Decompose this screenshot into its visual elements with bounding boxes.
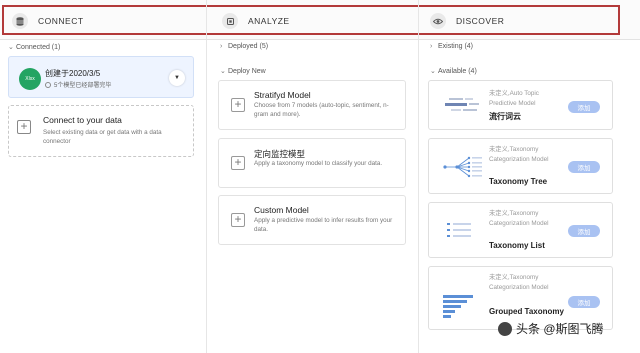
available-model-card[interactable]: 未定义,Taxonomy Categorization Model Taxono… (428, 138, 613, 194)
connected-section-toggle[interactable]: ⌄ Connected (1) (8, 43, 61, 52)
xlsx-file-icon: Xlsx (19, 68, 41, 90)
connected-data-card[interactable]: Xlsx 创建于2020/3/5 5个模型已经部署完毕 ▼ (8, 56, 194, 98)
word-cloud-thumbnail (445, 98, 479, 111)
tab-label: DISCOVER (456, 16, 505, 26)
card-menu-button[interactable]: ▼ (169, 70, 185, 86)
plus-box-icon: + (231, 213, 245, 227)
section-label: Existing (4) (438, 43, 474, 50)
plus-icon: + (17, 120, 31, 134)
taxonomy-tree-thumbnail (443, 156, 482, 178)
tab-label: CONNECT (38, 16, 84, 26)
section-label: Available (4) (438, 67, 477, 75)
model-name: Grouped Taxonomy (489, 307, 564, 316)
section-label: Connected (1) (16, 43, 61, 51)
plus-box-icon: + (231, 98, 245, 112)
section-label: Deploy New (228, 67, 266, 75)
watermark-text: 头条 @斯图飞腾 (516, 322, 604, 336)
highlight-box (2, 5, 620, 35)
existing-section-toggle[interactable]: › Existing (4) (430, 43, 473, 50)
available-model-card[interactable]: 未定义,Auto Topic Predictive Model 流行词云 添加 (428, 80, 613, 130)
add-button[interactable]: 添加 (568, 161, 600, 173)
available-section-toggle[interactable]: ⌄ Available (4) (430, 67, 477, 76)
section-label: Deployed (5) (228, 43, 269, 50)
model-desc: Apply a taxonomy model to classify your … (254, 160, 383, 167)
add-button[interactable]: 添加 (568, 101, 600, 113)
model-name: 流行词云 (489, 112, 521, 121)
tab-label: ANALYZE (248, 16, 290, 26)
chevron-right-icon: › (220, 43, 223, 50)
eye-icon (430, 13, 446, 29)
connect-data-desc: Select existing data or get data with a … (43, 129, 162, 145)
model-desc: Apply a predictive model to infer result… (254, 217, 393, 233)
model-title: Custom Model (254, 205, 309, 215)
check-circle-icon (45, 81, 51, 88)
chevron-down-icon: ⌄ (430, 68, 436, 75)
model-name: Taxonomy Tree (489, 177, 548, 186)
column-divider (418, 0, 419, 353)
chip-icon (222, 13, 238, 29)
model-desc: Choose from 7 models (auto-topic, sentim… (254, 102, 389, 118)
deploy-new-section-toggle[interactable]: ⌄ Deploy New (220, 67, 266, 76)
data-card-title: 创建于2020/3/5 (45, 69, 101, 78)
database-icon (12, 13, 28, 29)
connect-data-button[interactable]: + Connect to your data Select existing d… (8, 105, 194, 157)
model-title: Stratifyd Model (254, 90, 311, 100)
watermark: 头条 @斯图飞腾 (498, 320, 604, 337)
tab-connect[interactable]: CONNECT (12, 12, 84, 30)
column-divider (206, 0, 207, 353)
chevron-down-icon: ⌄ (8, 44, 14, 51)
add-button[interactable]: 添加 (568, 225, 600, 237)
model-title: 定向监控模型 (254, 149, 306, 159)
tab-discover[interactable]: DISCOVER (430, 12, 504, 30)
model-type: 未定义,Auto Topic Predictive Model (489, 90, 539, 107)
chevron-down-icon: ⌄ (220, 68, 226, 75)
plus-box-icon: + (231, 156, 245, 170)
add-button[interactable]: 添加 (568, 296, 600, 308)
model-card-taxonomy[interactable]: + 定向监控模型 Apply a taxonomy model to class… (218, 138, 406, 188)
data-card-status: 5个模型已经部署完毕 (45, 80, 111, 89)
tab-analyze[interactable]: ANALYZE (222, 12, 290, 30)
connect-data-title: Connect to your data (43, 115, 122, 125)
model-card-stratifyd[interactable]: + Stratifyd Model Choose from 7 models (… (218, 80, 406, 130)
data-card-status-text: 5个模型已经部署完毕 (54, 83, 112, 89)
model-card-custom[interactable]: + Custom Model Apply a predictive model … (218, 195, 406, 245)
watermark-logo-icon (498, 321, 512, 336)
model-name: Taxonomy List (489, 241, 545, 250)
chevron-right-icon: › (430, 43, 433, 50)
grouped-taxonomy-thumbnail (443, 295, 473, 318)
taxonomy-list-thumbnail (447, 223, 471, 237)
model-type: 未定义,Taxonomy Categorization Model (489, 146, 549, 163)
deployed-section-toggle[interactable]: › Deployed (5) (220, 43, 268, 50)
model-type: 未定义,Taxonomy Categorization Model (489, 274, 549, 291)
available-model-card[interactable]: 未定义,Taxonomy Categorization Model Taxono… (428, 202, 613, 258)
model-type: 未定义,Taxonomy Categorization Model (489, 210, 549, 227)
